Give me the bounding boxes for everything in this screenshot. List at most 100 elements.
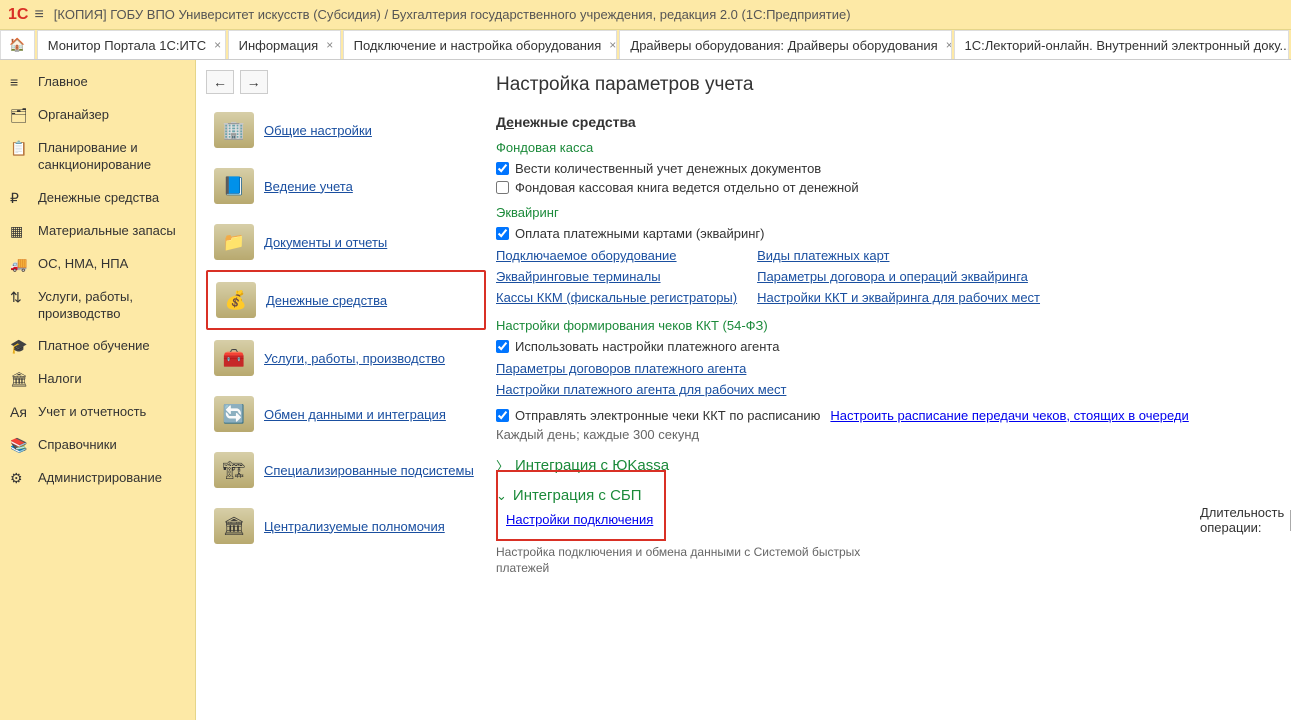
sidebar: ≡Главное 🗂 Органайзер 📋Планирование и сан… xyxy=(0,60,196,720)
sidebar-item[interactable]: 🚚 ОС, НМА, НПА xyxy=(0,248,195,281)
link-agent-params[interactable]: Параметры договоров платежного агента xyxy=(496,361,746,376)
nav-entry[interactable]: 🏢 Общие настройки xyxy=(206,102,486,158)
nav-link[interactable]: Обмен данными и интеграция xyxy=(264,407,446,422)
sidebar-item[interactable]: ▦ Материальные запасы xyxy=(0,215,195,248)
close-icon[interactable]: × xyxy=(609,38,616,52)
sidebar-item[interactable]: 🏛 Налоги xyxy=(0,363,195,396)
link-workplace-settings[interactable]: Настройки ККТ и эквайринга для рабочих м… xyxy=(757,290,1040,305)
close-icon[interactable]: × xyxy=(326,38,333,52)
chk-acquiring[interactable] xyxy=(496,227,509,240)
content-area: Настройка параметров учета Денежные сред… xyxy=(496,60,1291,720)
chk-schedule[interactable] xyxy=(496,409,509,422)
duration-label: Длительность операции: xyxy=(1200,505,1284,535)
tab-label: Драйверы оборудования: Драйверы оборудов… xyxy=(630,38,937,53)
tabstrip: 🏠 Монитор Портала 1С:ИТС × Информация × По… xyxy=(0,30,1291,60)
sidebar-item[interactable]: ₽Денежные средства xyxy=(0,182,195,215)
nav-entry[interactable]: 🔄 Обмен данными и интеграция xyxy=(206,386,486,442)
subsection-header: Фондовая касса xyxy=(496,140,1271,155)
services-icon: ⇅ xyxy=(10,289,30,306)
chk-label: Оплата платежными картами (эквайринг) xyxy=(515,226,764,241)
nav-link[interactable]: Услуги, работы, производство xyxy=(264,351,445,366)
nav-forward-button[interactable]: → xyxy=(240,70,268,94)
nav-back-button[interactable]: ← xyxy=(206,70,234,94)
chk-label: Вести количественный учет денежных докум… xyxy=(515,161,821,176)
thumb-icon: 🔄 xyxy=(214,396,254,432)
organizer-icon: 🗂 xyxy=(10,107,30,124)
link-agent-workplace[interactable]: Настройки платежного агента для рабочих … xyxy=(496,382,786,397)
thumb-icon: 📁 xyxy=(214,224,254,260)
nav-entry[interactable]: 📘 Ведение учета xyxy=(206,158,486,214)
tab-label: 1С:Лекторий-онлайн. Внутренний электронн… xyxy=(965,38,1289,53)
tab-label: Подключение и настройка оборудования xyxy=(354,38,602,53)
sidebar-item[interactable]: 📚 Справочники xyxy=(0,429,195,462)
link-contract-params[interactable]: Параметры договора и операций эквайринга xyxy=(757,269,1028,284)
link-sbp-settings[interactable]: Настройки подключения xyxy=(506,512,653,527)
link-terminals[interactable]: Эквайринговые терминалы xyxy=(496,269,661,284)
tab-label: Монитор Портала 1С:ИТС xyxy=(48,38,206,53)
nav-entry[interactable]: 🏗Специализированные подсистемы xyxy=(206,442,486,498)
nav-link[interactable]: Денежные средства xyxy=(266,293,387,308)
sidebar-item[interactable]: 🗂 Органайзер xyxy=(0,99,195,132)
nav-entry[interactable]: 🏛Централизуемые полномочия xyxy=(206,498,486,554)
tab-2[interactable]: Подключение и настройка оборудования × xyxy=(343,30,618,59)
thumb-icon: 🏢 xyxy=(214,112,254,148)
chk-label: Использовать настройки платежного агента xyxy=(515,339,779,354)
link-kkm[interactable]: Кассы ККМ (фискальные регистраторы) xyxy=(496,290,737,305)
gear-icon: ⚙ xyxy=(10,470,30,487)
sidebar-item-label: Налоги xyxy=(38,371,82,388)
nav-link[interactable]: Ведение учета xyxy=(264,179,353,194)
tab-3[interactable]: Драйверы оборудования: Драйверы оборудов… xyxy=(619,30,951,59)
directories-icon: 📚 xyxy=(10,437,30,454)
tab-4[interactable]: 1С:Лекторий-онлайн. Внутренний электронн… xyxy=(954,30,1289,59)
thumb-icon: 📘 xyxy=(214,168,254,204)
link-equipment[interactable]: Подключаемое оборудование xyxy=(496,248,677,263)
sidebar-item-label: Материальные запасы xyxy=(38,223,176,240)
sidebar-item[interactable]: ⚙Администрирование xyxy=(0,462,195,495)
nav-link[interactable]: Специализированные подсистемы xyxy=(264,463,474,478)
tax-icon: 🏛 xyxy=(10,371,30,388)
titlebar: 1C ≡ [КОПИЯ] ГОБУ ВПО Университет искусс… xyxy=(0,0,1291,30)
thumb-icon: 💰 xyxy=(216,282,256,318)
schedule-text: Каждый день; каждые 300 секунд xyxy=(496,427,1271,442)
sidebar-item-label: Органайзер xyxy=(38,107,109,124)
chk-quantity[interactable] xyxy=(496,162,509,175)
sidebar-item-label: Учет и отчетность xyxy=(38,404,146,421)
reports-icon: Ая xyxy=(10,404,30,420)
sidebar-item-label: Платное обучение xyxy=(38,338,150,355)
nav-link[interactable]: Документы и отчеты xyxy=(264,235,387,250)
assets-icon: 🚚 xyxy=(10,256,30,273)
nav-link[interactable]: Централизуемые полномочия xyxy=(264,519,445,534)
sidebar-item-label: ОС, НМА, НПА xyxy=(38,256,128,273)
nav-column: ← → 🏢 Общие настройки 📘 Ведение учета 📁 Док… xyxy=(196,60,496,720)
subsection-header: Настройки формирования чеков ККТ (54-ФЗ) xyxy=(496,318,1271,333)
tab-home[interactable]: 🏠 xyxy=(0,30,35,59)
link-schedule[interactable]: Настроить расписание передачи чеков, сто… xyxy=(830,408,1188,423)
sidebar-item[interactable]: Ая Учет и отчетность xyxy=(0,396,195,429)
tab-0[interactable]: Монитор Портала 1С:ИТС × xyxy=(37,30,226,59)
nav-entry[interactable]: 🧰 Услуги, работы, производство xyxy=(206,330,486,386)
link-card-types[interactable]: Виды платежных карт xyxy=(757,248,889,263)
inventory-icon: ▦ xyxy=(10,223,30,240)
sidebar-item-label: Главное xyxy=(38,74,88,91)
hamburger-icon[interactable]: ≡ xyxy=(34,6,43,24)
close-icon[interactable]: × xyxy=(214,38,221,52)
sidebar-item[interactable]: ≡Главное xyxy=(0,66,195,99)
window-title: [КОПИЯ] ГОБУ ВПО Университет искусств (С… xyxy=(54,7,851,22)
sidebar-item[interactable]: ⇅Услуги, работы, производство xyxy=(0,281,195,331)
tab-label: Информация xyxy=(239,38,319,53)
sidebar-item[interactable]: 🎓Платное обучение xyxy=(0,330,195,363)
nav-entry-active[interactable]: 💰 Денежные средства xyxy=(206,270,486,330)
tab-1[interactable]: Информация × xyxy=(228,30,341,59)
chk-label: Отправлять электронные чеки ККТ по распи… xyxy=(515,408,820,423)
thumb-icon: 🧰 xyxy=(214,340,254,376)
close-icon[interactable]: × xyxy=(946,38,952,52)
nav-arrows: ← → xyxy=(206,70,270,94)
page-title: Настройка параметров учета xyxy=(496,74,1271,96)
nav-entry[interactable]: 📁 Документы и отчеты xyxy=(206,214,486,270)
sidebar-item[interactable]: 📋Планирование и санкционирование xyxy=(0,132,195,182)
chk-agent[interactable] xyxy=(496,340,509,353)
app-logo: 1C xyxy=(8,6,28,24)
chk-separate-book[interactable] xyxy=(496,181,509,194)
nav-link[interactable]: Общие настройки xyxy=(264,123,372,138)
sidebar-item-label: Справочники xyxy=(38,437,117,454)
